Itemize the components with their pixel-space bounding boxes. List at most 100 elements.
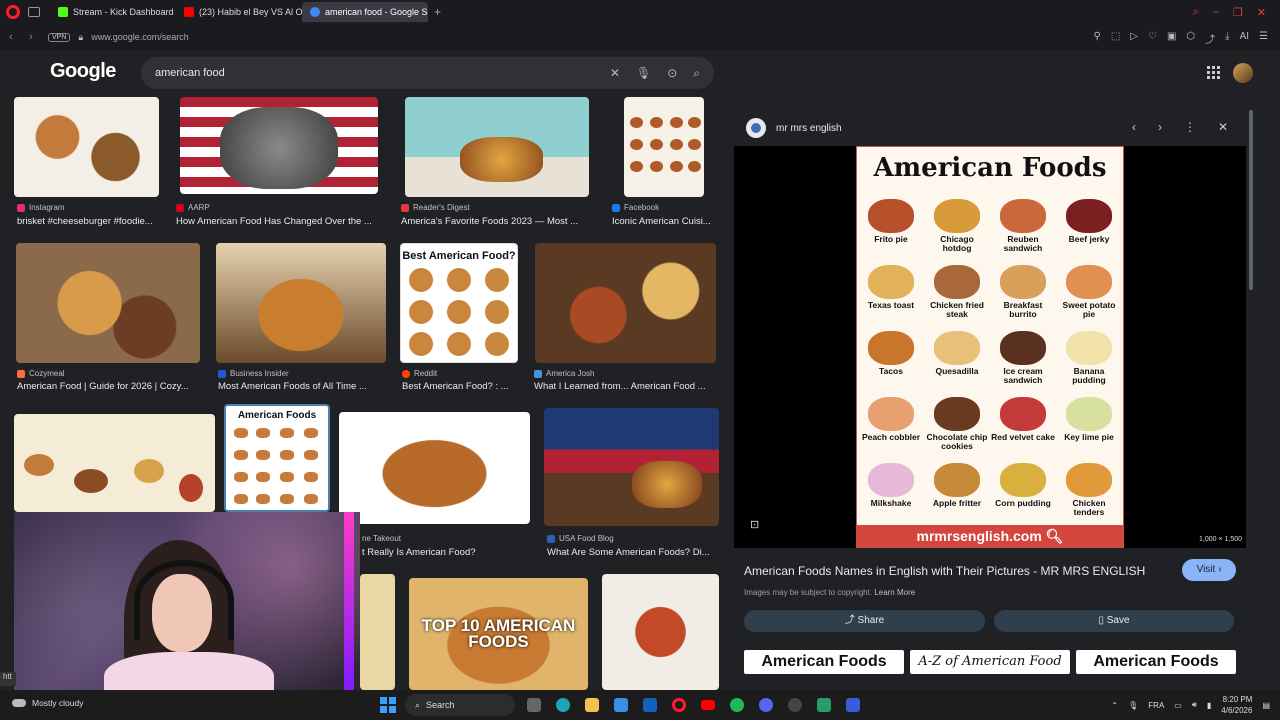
download-icon[interactable]: ⤓ (1225, 31, 1229, 46)
result-image[interactable]: American Foods (224, 404, 330, 512)
result-title[interactable]: America's Favorite Foods 2023 — Most ... (401, 216, 586, 227)
result-source[interactable]: AARP (176, 203, 210, 212)
google-logo[interactable]: Google (50, 60, 116, 83)
task-view-icon[interactable] (524, 695, 544, 715)
discord-icon[interactable] (756, 695, 776, 715)
weather-widget[interactable]: Mostly cloudy (12, 698, 84, 708)
store-icon[interactable] (611, 695, 631, 715)
forward-icon[interactable]: › (22, 31, 40, 43)
heart-icon[interactable]: ♡ (1148, 31, 1157, 46)
search-tabs-icon[interactable]: ⌕ (1193, 6, 1199, 19)
tray-chevron-icon[interactable]: ⌃ (1111, 701, 1118, 710)
app-icon[interactable] (814, 695, 834, 715)
result-source[interactable]: Business Insider (218, 369, 289, 378)
tab-youtube[interactable]: (23) Habib el Bey VS Al Olympique (176, 2, 302, 22)
result-title[interactable]: Most American Foods of All Time ... (218, 381, 388, 392)
related-image[interactable]: American Foods (1076, 650, 1236, 674)
lens-search-icon[interactable]: ⊡ (750, 518, 759, 531)
visit-button[interactable]: Visit › (1182, 559, 1236, 581)
save-button[interactable]: ▯ Save (994, 610, 1234, 632)
preview-image[interactable]: American Foods mrmrsenglish.com 🔍︎ Frito… (856, 146, 1124, 548)
result-source[interactable]: America Josh (534, 369, 594, 378)
minimize-icon[interactable]: – (1213, 6, 1219, 18)
result-image[interactable] (16, 243, 200, 363)
result-title[interactable]: What Are Some American Foods? Di... (547, 547, 717, 558)
preview-scrollbar[interactable] (1249, 110, 1253, 290)
result-title[interactable]: Iconic American Cuisi... (612, 216, 712, 227)
wallet-icon[interactable]: ▣ (1167, 31, 1176, 46)
search-input[interactable]: american food (155, 67, 610, 79)
result-image[interactable] (339, 412, 530, 524)
more-options-icon[interactable]: ⋮ (1184, 120, 1196, 134)
opera-taskbar-icon[interactable] (669, 695, 689, 715)
account-avatar[interactable] (1233, 63, 1253, 83)
outlook-icon[interactable] (640, 695, 660, 715)
result-source[interactable]: ne Takeout (362, 534, 401, 543)
result-title[interactable]: Best American Food? : ... (402, 381, 520, 392)
pin-icon[interactable]: ⚲ (1094, 31, 1101, 46)
network-icon[interactable]: ▭ (1174, 701, 1182, 710)
taskbar-search[interactable]: ⌕ Search (405, 694, 515, 716)
share-icon[interactable]: ⤴ (1205, 31, 1215, 46)
volume-icon[interactable]: 🔊︎ (1192, 700, 1197, 710)
result-image[interactable] (602, 574, 719, 690)
search-icon[interactable]: ⌕ (693, 66, 700, 81)
result-source[interactable]: Cozymeal (17, 369, 65, 378)
result-source[interactable]: Instagram (17, 203, 65, 212)
result-image[interactable] (14, 97, 159, 197)
tab-kick[interactable]: Stream - Kick Dashboard (50, 2, 176, 22)
preview-title[interactable]: American Foods Names in English with The… (744, 564, 1145, 578)
maximize-icon[interactable]: ❐ (1233, 6, 1243, 19)
obs-icon[interactable] (785, 695, 805, 715)
previous-icon[interactable]: ‹ (1132, 120, 1136, 134)
ai-button[interactable]: AI (1240, 31, 1249, 46)
battery-icon[interactable]: ▮ (1207, 701, 1211, 710)
youtube-icon[interactable] (698, 695, 718, 715)
extensions-icon[interactable]: ⬡ (1186, 31, 1195, 46)
result-title[interactable]: How American Food Has Changed Over the .… (176, 216, 381, 227)
result-image[interactable] (216, 243, 386, 363)
result-title[interactable]: What I Learned from... American Food ... (534, 381, 714, 392)
play-icon[interactable]: ▷ (1130, 31, 1138, 46)
url-field[interactable]: www.google.com/search (91, 32, 189, 42)
clock[interactable]: 8:20 PM 4/6/2026 (1221, 694, 1252, 716)
menu-icon[interactable]: ☰ (1259, 31, 1268, 46)
opera-logo-icon[interactable] (6, 5, 20, 19)
sidebar-toggle-icon[interactable] (28, 7, 40, 17)
language-indicator[interactable]: FRA (1148, 701, 1164, 710)
clear-search-icon[interactable]: ✕ (610, 66, 620, 81)
file-explorer-icon[interactable] (582, 695, 602, 715)
result-image[interactable] (544, 408, 719, 526)
app-icon[interactable] (843, 695, 863, 715)
result-image[interactable] (180, 97, 378, 194)
result-source[interactable]: USA Food Blog (547, 534, 614, 543)
related-image[interactable]: A-Z of American Food (910, 650, 1070, 674)
microphone-icon[interactable]: 🎙︎ (1128, 701, 1138, 710)
close-window-icon[interactable]: ✕ (1257, 6, 1266, 19)
windows-start-icon[interactable] (380, 697, 396, 713)
result-image[interactable] (624, 97, 704, 197)
preview-image-viewer[interactable]: American Foods mrmrsenglish.com 🔍︎ Frito… (734, 146, 1246, 548)
result-image[interactable] (14, 414, 215, 512)
back-icon[interactable]: ‹ (2, 31, 20, 43)
lock-icon[interactable]: 🔒︎ (78, 32, 83, 43)
result-source[interactable]: Reddit (402, 369, 437, 378)
site-name[interactable]: mr mrs english (776, 123, 842, 134)
close-preview-icon[interactable]: ✕ (1218, 120, 1228, 134)
snapshot-icon[interactable]: ⬚ (1111, 31, 1120, 46)
result-title[interactable]: brisket #cheeseburger #foodie... (17, 216, 162, 227)
result-image[interactable] (535, 243, 716, 363)
microphone-icon[interactable]: 🎙︎ (636, 66, 651, 81)
result-image[interactable] (360, 574, 395, 690)
lens-icon[interactable]: ⊙ (667, 66, 677, 81)
search-box[interactable]: american food ✕ 🎙︎ ⊙ ⌕ (141, 57, 714, 89)
vpn-badge[interactable]: VPN (48, 32, 71, 42)
next-icon[interactable]: › (1158, 120, 1162, 134)
new-tab-button[interactable]: + (434, 5, 441, 19)
result-image[interactable]: Best American Food? (400, 243, 518, 363)
related-image[interactable]: American Foods (744, 650, 904, 674)
result-source[interactable]: Reader's Digest (401, 203, 470, 212)
result-source[interactable]: Facebook (612, 203, 659, 212)
result-title[interactable]: American Food | Guide for 2026 | Cozy... (17, 381, 197, 392)
result-image[interactable] (405, 97, 589, 197)
